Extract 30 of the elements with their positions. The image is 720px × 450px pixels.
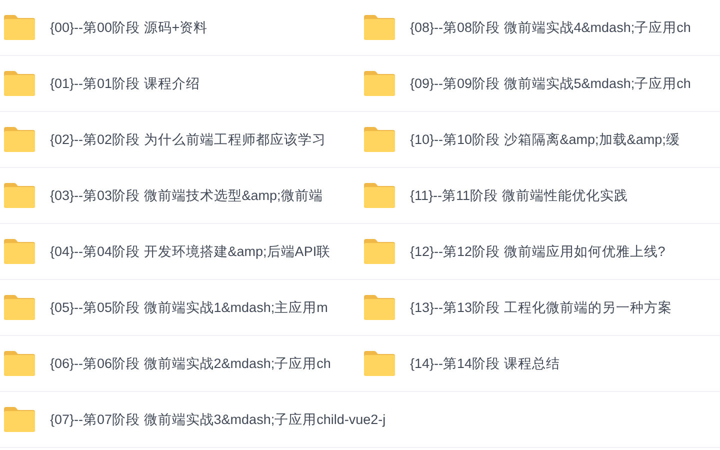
folder-name[interactable]: {12}--第12阶段 微前端应用如何优雅上线? [410,242,666,260]
folder-name[interactable]: {08}--第08阶段 微前端实战4&mdash;子应用ch [410,18,691,36]
folder-icon [363,126,396,153]
folder-name[interactable]: {14}--第14阶段 课程总结 [410,354,560,372]
folder-icon [363,350,396,377]
folder-icon [3,294,36,321]
folder-icon [3,182,36,209]
folder-name[interactable]: {11}--第11阶段 微前端性能优化实践 [410,186,628,204]
folder-name[interactable]: {04}--第04阶段 开发环境搭建&amp;后端API联 [50,242,331,260]
folder-name[interactable]: {03}--第03阶段 微前端技术选型&amp;微前端 [50,186,323,204]
folder-icon [363,294,396,321]
folder-icon [363,238,396,265]
folder-icon [3,238,36,265]
folder-name[interactable]: {01}--第01阶段 课程介绍 [50,74,200,92]
folder-name[interactable]: {10}--第10阶段 沙箱隔离&amp;加载&amp;缓 [410,130,680,148]
folder-icon [3,14,36,41]
folder-icon [363,182,396,209]
folder-icon [3,406,36,433]
folder-icon [3,70,36,97]
folder-icon [3,126,36,153]
folder-name[interactable]: {02}--第02阶段 为什么前端工程师都应该学习 [50,130,326,148]
folder-name[interactable]: {09}--第09阶段 微前端实战5&mdash;子应用ch [410,74,691,92]
folder-icon [363,14,396,41]
folder-icon [363,70,396,97]
folder-name[interactable]: {07}--第07阶段 微前端实战3&mdash;子应用child-vue2-j [50,410,386,428]
folder-name[interactable]: {06}--第06阶段 微前端实战2&mdash;子应用ch [50,354,331,372]
folder-icon [3,350,36,377]
folder-name[interactable]: {13}--第13阶段 工程化微前端的另一种方案 [410,298,672,316]
folder-name[interactable]: {00}--第00阶段 源码+资料 [50,18,208,36]
folder-name[interactable]: {05}--第05阶段 微前端实战1&mdash;主应用m [50,298,328,316]
